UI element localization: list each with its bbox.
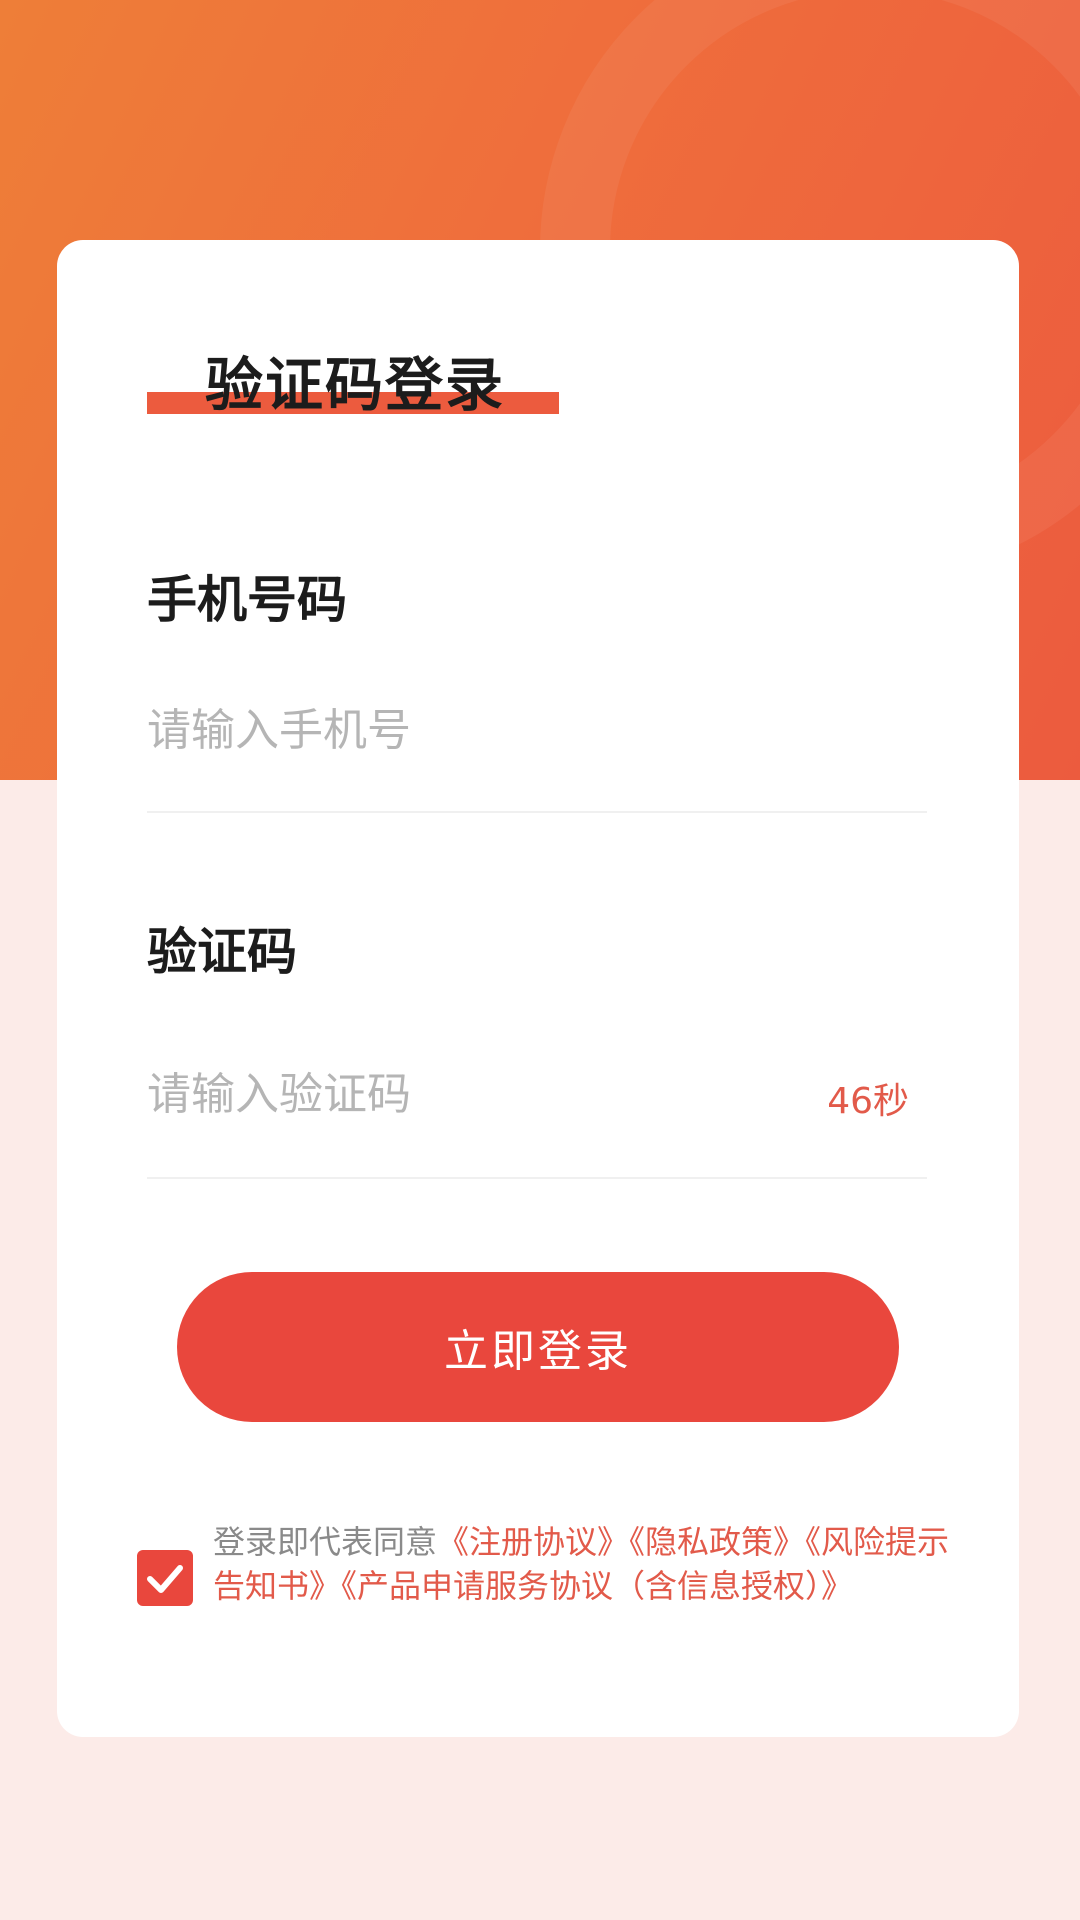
code-label: 验证码 xyxy=(147,923,297,981)
link-service-agreement[interactable]: 《产品申请服务协议（含信息授权）》 xyxy=(341,1567,853,1605)
phone-input[interactable] xyxy=(147,690,837,770)
link-privacy-policy[interactable]: 《隐私政策》 xyxy=(629,1523,805,1561)
link-register-agreement[interactable]: 《注册协议》 xyxy=(437,1523,629,1561)
agreement-text: 登录即代表同意《注册协议》《隐私政策》《风险提示告知书》《产品申请服务协议（含信… xyxy=(213,1520,953,1608)
page-title: 验证码登录 xyxy=(205,351,506,419)
agreement-checkbox[interactable] xyxy=(137,1550,193,1606)
login-card: 验证码登录 手机号码 验证码 46秒 立即登录 登录即代表同意《注册协议》《隐私… xyxy=(57,240,1019,1737)
login-button[interactable]: 立即登录 xyxy=(177,1272,899,1422)
code-input[interactable] xyxy=(147,1054,707,1134)
title-block: 验证码登录 xyxy=(147,338,559,419)
code-divider xyxy=(147,1177,927,1179)
code-countdown[interactable]: 46秒 xyxy=(827,1072,909,1124)
phone-divider xyxy=(147,811,927,813)
check-icon xyxy=(147,1565,183,1593)
login-screen: 验证码登录 手机号码 验证码 46秒 立即登录 登录即代表同意《注册协议》《隐私… xyxy=(0,0,1080,1920)
phone-label: 手机号码 xyxy=(147,571,347,629)
agreement-prefix: 登录即代表同意 xyxy=(213,1523,438,1561)
